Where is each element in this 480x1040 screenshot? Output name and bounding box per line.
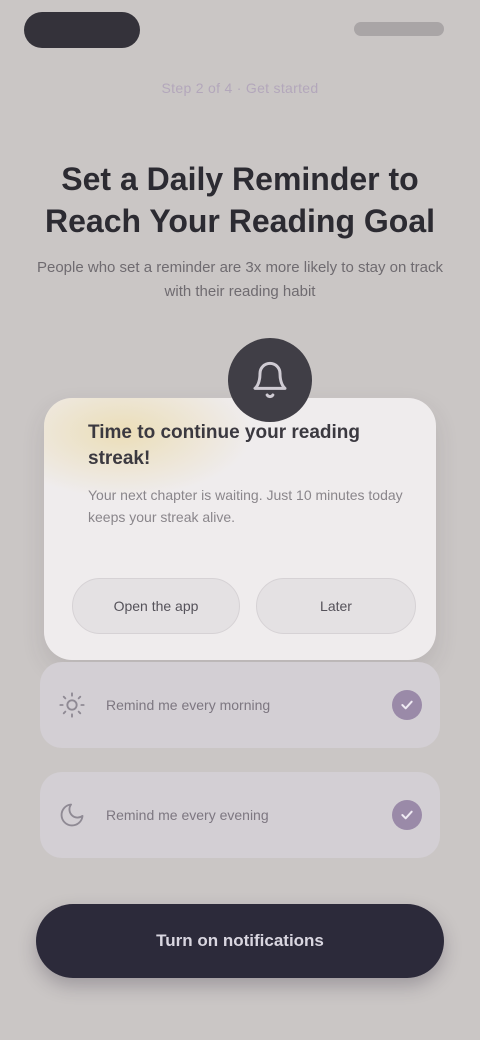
card-body: Your next chapter is waiting. Just 10 mi… [88,487,403,525]
page-subtitle: People who set a reminder are 3x more li… [36,259,444,300]
reminder-option-label: Remind me every morning [106,697,271,713]
page-title: Set a Daily Reminder to Reach Your Readi… [44,161,435,239]
checkmark-icon[interactable] [392,800,422,830]
reminder-option-morning[interactable]: Remind me every morning [40,662,440,748]
checkmark-icon[interactable] [392,690,422,720]
status-bar [0,0,480,64]
sun-icon [54,687,90,723]
bell-icon [253,361,287,399]
notification-preview-card: Time to continue your reading streak! Yo… [44,398,436,660]
eyebrow-text: Step 2 of 4 · Get started [161,80,319,96]
reminder-option-label: Remind me every evening [106,807,269,823]
card-open-button[interactable]: Open the app [72,578,240,634]
bell-avatar [228,338,312,422]
card-title: Time to continue your reading streak! [88,422,361,469]
reminder-option-evening[interactable]: Remind me every evening [40,772,440,858]
moon-icon [54,797,90,833]
enable-notifications-button[interactable]: Turn on notifications [36,904,444,978]
status-icons [354,22,444,36]
status-time-pill [24,12,140,48]
card-later-button[interactable]: Later [256,578,416,634]
